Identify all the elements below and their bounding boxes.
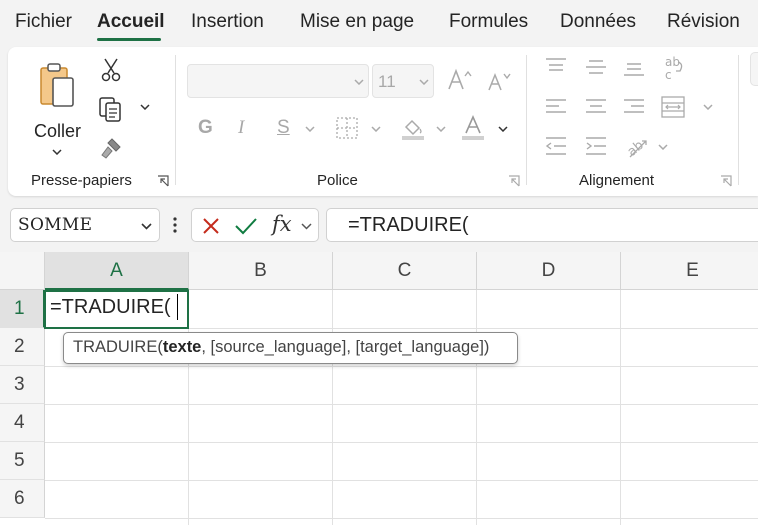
paste-icon [40, 63, 74, 107]
tab-review[interactable]: Révision [667, 11, 740, 33]
gridline [476, 290, 477, 525]
tab-home[interactable]: Accueil [97, 11, 165, 33]
format-painter-icon[interactable] [98, 135, 124, 161]
chevron-down-icon[interactable] [301, 223, 312, 230]
column-header-b[interactable]: B [189, 252, 333, 290]
enter-icon[interactable] [234, 216, 258, 236]
dialog-launcher-icon[interactable] [507, 174, 521, 188]
wrap-text-icon[interactable]: ab c [662, 55, 688, 81]
tab-formulas[interactable]: Formules [449, 11, 528, 33]
copy-icon[interactable] [98, 96, 124, 122]
group-separator [526, 55, 527, 185]
formula-buttons: fx [191, 208, 319, 242]
name-box-value: SOMME [18, 215, 93, 235]
ribbon-tabs: Fichier Accueil Insertion Mise en page F… [0, 0, 758, 44]
chevron-down-icon[interactable] [305, 126, 315, 132]
tooltip-current-argument: texte [162, 338, 202, 356]
chevron-down-icon[interactable] [658, 144, 668, 150]
fill-color-icon[interactable] [400, 115, 426, 141]
increase-indent-icon[interactable] [584, 135, 608, 157]
tooltip-function-name: TRADUIRE( [73, 338, 163, 356]
chevron-down-icon [354, 79, 364, 85]
formula-text: =TRADUIRE( [348, 214, 469, 236]
tooltip-other-arguments: , [source_language], [target_language]) [201, 338, 490, 356]
tab-data[interactable]: Données [560, 11, 636, 33]
select-all-corner[interactable] [0, 252, 45, 290]
row-header-2[interactable]: 2 [0, 328, 45, 366]
chevron-down-icon[interactable] [141, 223, 152, 230]
font-size-dropdown[interactable]: 11 [372, 64, 434, 98]
font-color-icon[interactable] [460, 114, 486, 142]
alignment-group-label: Alignement [579, 172, 655, 189]
row-header-3[interactable]: 3 [0, 366, 45, 404]
row-header-5[interactable]: 5 [0, 442, 45, 480]
ribbon: Coller Presse-papiers 11 G I S Police ab… [8, 47, 758, 196]
dialog-launcher-icon[interactable] [156, 174, 170, 188]
more-options-icon[interactable] [172, 216, 178, 234]
tab-file[interactable]: Fichier [15, 11, 72, 33]
column-header-e[interactable]: E [621, 252, 758, 290]
align-middle-icon[interactable] [584, 57, 608, 77]
text-caret [177, 294, 178, 320]
cut-icon[interactable] [100, 57, 122, 83]
gridline [45, 442, 758, 443]
function-tooltip[interactable]: TRADUIRE(texte, [source_language], [targ… [63, 332, 518, 364]
cancel-icon[interactable] [202, 217, 220, 235]
grow-font-icon[interactable] [446, 67, 472, 93]
bold-button[interactable]: G [198, 117, 213, 139]
align-top-icon[interactable] [544, 57, 568, 77]
chevron-down-icon [419, 79, 429, 85]
gridline [332, 290, 333, 525]
chevron-down-icon[interactable] [52, 149, 62, 155]
chevron-down-icon[interactable] [498, 126, 508, 132]
formula-input[interactable]: =TRADUIRE( [326, 208, 758, 242]
shrink-font-icon[interactable] [486, 69, 512, 93]
svg-text:c: c [665, 68, 672, 81]
align-bottom-icon[interactable] [622, 57, 646, 77]
gridline [45, 480, 758, 481]
svg-text:ab: ab [665, 55, 680, 69]
number-format-dropdown[interactable] [750, 52, 758, 86]
spreadsheet-grid: A B C D E 1 2 3 4 5 6 =TRADUIRE( TRADUIR… [0, 252, 758, 525]
column-header-a[interactable]: A [45, 252, 189, 290]
tab-page-layout[interactable]: Mise en page [300, 11, 414, 33]
row-header-6[interactable]: 6 [0, 480, 45, 518]
align-center-icon[interactable] [584, 97, 608, 117]
group-separator [175, 55, 176, 185]
gridline [620, 290, 621, 525]
chevron-down-icon[interactable] [436, 126, 446, 132]
column-header-d[interactable]: D [477, 252, 621, 290]
chevron-down-icon[interactable] [703, 104, 713, 110]
orientation-icon[interactable]: ab [624, 133, 650, 159]
paste-button[interactable]: Coller [30, 57, 84, 162]
row-header-1[interactable]: 1 [0, 290, 45, 328]
gridline [45, 366, 758, 367]
active-tab-indicator [97, 38, 161, 41]
decrease-indent-icon[interactable] [544, 135, 568, 157]
underline-button[interactable]: S [277, 117, 290, 139]
chevron-down-icon[interactable] [371, 126, 381, 132]
font-group-label: Police [317, 172, 358, 189]
row-header-4[interactable]: 4 [0, 404, 45, 442]
paste-label: Coller [34, 121, 82, 141]
chevron-down-icon[interactable] [140, 104, 150, 110]
name-box[interactable]: SOMME [10, 208, 160, 242]
group-separator [738, 55, 739, 185]
clipboard-group-label: Presse-papiers [31, 172, 132, 189]
column-header-c[interactable]: C [333, 252, 477, 290]
align-right-icon[interactable] [622, 97, 646, 117]
gridline [45, 404, 758, 405]
merge-icon[interactable] [660, 95, 686, 119]
align-left-icon[interactable] [544, 97, 568, 117]
insert-function-button[interactable]: fx [272, 212, 292, 236]
font-size-value: 11 [378, 72, 396, 91]
italic-button[interactable]: I [238, 117, 244, 139]
dialog-launcher-icon[interactable] [719, 174, 733, 188]
font-name-dropdown[interactable] [187, 64, 369, 98]
borders-icon[interactable] [335, 116, 359, 140]
gridline [45, 518, 758, 519]
tab-insert[interactable]: Insertion [191, 11, 264, 33]
cell-a1-value: =TRADUIRE( [50, 296, 171, 318]
